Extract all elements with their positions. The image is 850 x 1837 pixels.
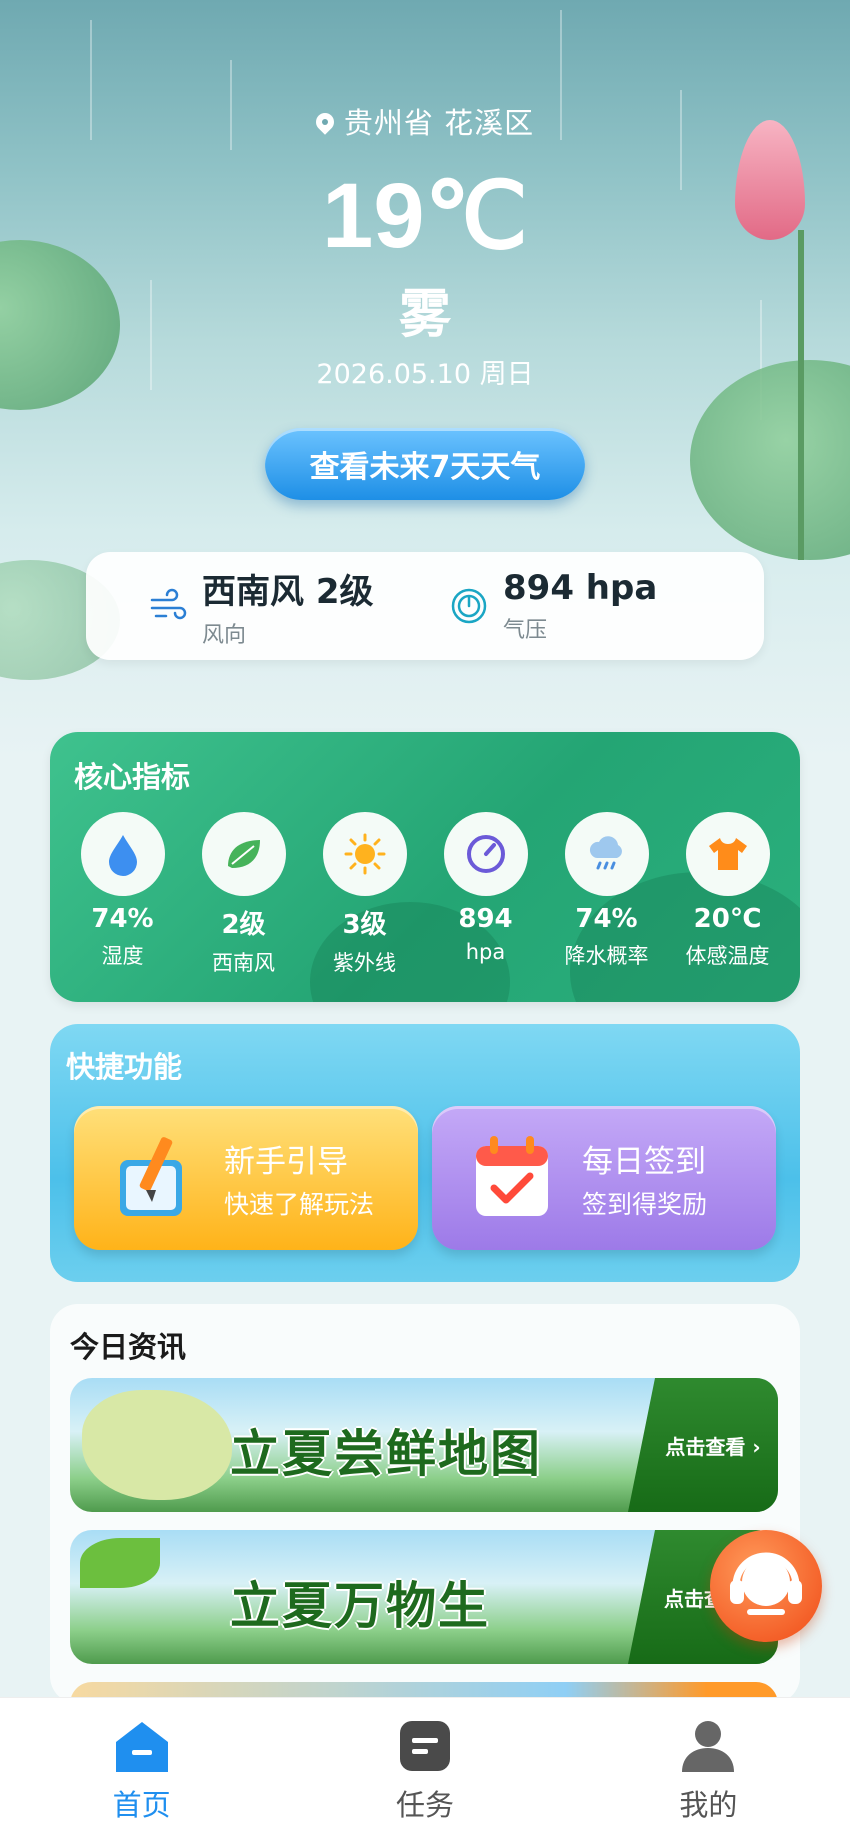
water-drop-icon [80, 812, 165, 896]
gauge-icon [443, 812, 528, 896]
user-icon [680, 1718, 736, 1774]
tshirt-icon [685, 812, 770, 896]
forecast-7day-button[interactable]: 查看未来7天天气 [265, 428, 585, 500]
customer-service-button[interactable] [710, 1530, 822, 1642]
news-banner-fresh-map[interactable]: 立夏尝鲜地图 点击查看 › [70, 1378, 778, 1512]
leaf-wind-icon [201, 812, 286, 896]
rain-cloud-icon [564, 812, 649, 896]
metric-pressure[interactable]: 894 hpa [431, 812, 541, 977]
pressure-stat: 894 hpa 气压 [425, 568, 764, 644]
weather-condition: 雾 [398, 285, 451, 345]
metric-precipitation[interactable]: 74% 降水概率 [552, 812, 662, 977]
metric-humidity[interactable]: 74% 湿度 [68, 812, 178, 977]
daily-checkin-button[interactable]: 每日签到 签到得奖励 [432, 1106, 776, 1250]
news-banner-summer[interactable]: 立夏万物生 点击查 [70, 1530, 778, 1664]
bottom-tab-bar: 首页 任务 我的 [0, 1697, 850, 1837]
task-icon [397, 1718, 453, 1774]
news-banner-cta[interactable]: 点击查看 › [628, 1378, 778, 1512]
home-icon [114, 1718, 170, 1774]
metric-uv[interactable]: 3级 紫外线 [310, 812, 420, 977]
tab-profile[interactable]: 我的 [567, 1698, 850, 1837]
metric-wind[interactable]: 2级 西南风 [189, 812, 299, 977]
location[interactable]: 贵州省 花溪区 [0, 100, 850, 142]
newbie-guide-button[interactable]: 新手引导 快速了解玩法 [74, 1106, 418, 1250]
sun-icon [322, 812, 407, 896]
pressure-gauge-icon [449, 586, 489, 626]
core-metrics-title: 核心指标 [74, 760, 191, 794]
pencil-book-icon [110, 1130, 200, 1226]
wind-icon [148, 586, 188, 626]
weather-stats-card: 西南风 2级 风向 894 hpa 气压 [86, 552, 764, 660]
today-news-panel: 今日资讯 立夏尝鲜地图 点击查看 › 立夏万物生 点击查 [50, 1304, 800, 1704]
quick-functions-panel: 快捷功能 新手引导 快速了解玩法 每日签到 签到得奖励 [50, 1024, 800, 1282]
tab-task[interactable]: 任务 [283, 1698, 566, 1837]
date: 2026.05.10 周日 [316, 359, 534, 390]
today-news-title: 今日资讯 [70, 1330, 187, 1364]
headset-icon [730, 1552, 802, 1615]
calendar-check-icon [468, 1130, 558, 1226]
metric-feels-like[interactable]: 20℃ 体感温度 [673, 812, 783, 977]
quick-functions-title: 快捷功能 [66, 1050, 183, 1084]
wind-stat: 西南风 2级 风向 [86, 564, 425, 649]
location-pin-icon [312, 109, 338, 135]
tab-home[interactable]: 首页 [0, 1698, 283, 1837]
temperature: 19℃ [322, 165, 528, 267]
core-metrics-panel: 核心指标 74% 湿度 2级 西南风 3级 紫外线 894 hpa 74% 降水… [50, 732, 800, 1002]
